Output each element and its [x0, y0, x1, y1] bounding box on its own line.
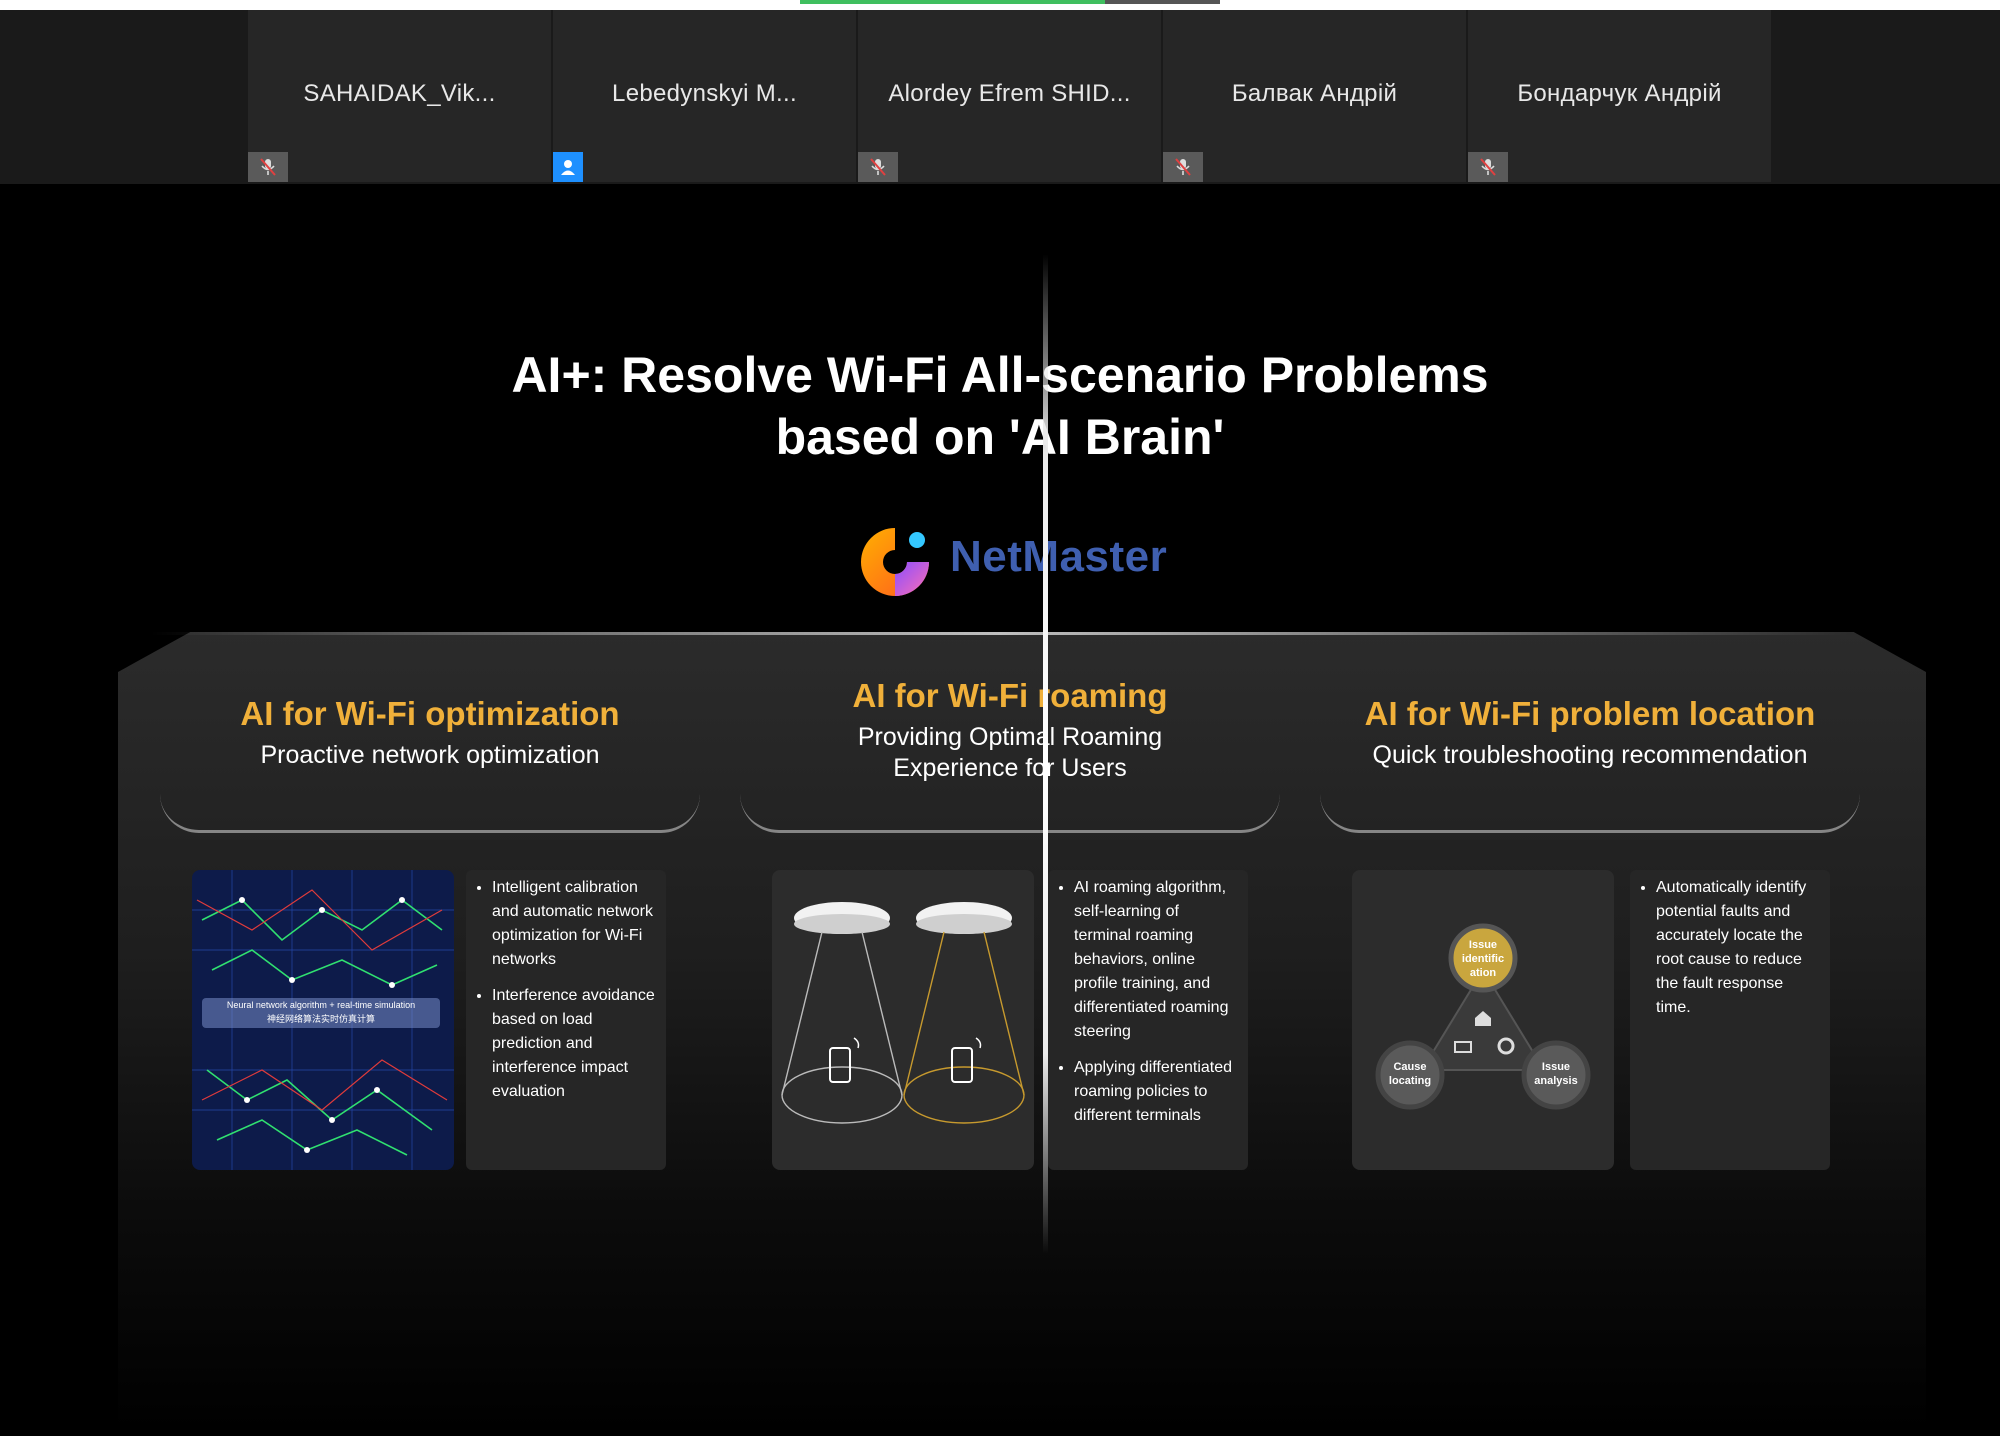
screen-share-indicator[interactable] — [800, 0, 1220, 4]
column-subtitle-line-1: Providing Optimal Roaming — [857, 723, 1163, 751]
network-image-caption: Neural network algorithm + real-time sim… — [202, 998, 440, 1028]
mic-muted-icon — [1163, 152, 1203, 182]
bullet-item: Interference avoidance based on load pre… — [492, 984, 656, 1104]
participant-name: Alordey Efrem SHID... — [888, 80, 1131, 107]
banner-underline — [740, 794, 1280, 833]
participant-strip: SAHAIDAK_Vik... Lebedynskyi M... Alordey… — [0, 10, 2000, 184]
column-wifi-optimization: AI for Wi-Fi optimization Proactive netw… — [160, 694, 700, 833]
svg-text:locating: locating — [1389, 1075, 1431, 1087]
optimization-bullets: Intelligent calibration and automatic ne… — [466, 870, 666, 1170]
netmaster-logo-icon — [861, 528, 929, 596]
participant-name: SAHAIDAK_Vik... — [303, 80, 496, 107]
slide-title: AI+: Resolve Wi-Fi All-scenario Problems… — [0, 344, 2000, 468]
network-map-image: Neural network algorithm + real-time sim… — [192, 870, 454, 1170]
svg-text:Issue: Issue — [1542, 1061, 1570, 1073]
svg-text:Cause: Cause — [1393, 1061, 1426, 1073]
bullet-item: Intelligent calibration and automatic ne… — [492, 876, 656, 972]
participant-name: Балвак Андрій — [1231, 80, 1398, 107]
mic-muted-icon — [858, 152, 898, 182]
slide-title-line-2: based on 'AI Brain' — [775, 409, 1225, 465]
column-subtitle: Proactive network optimization — [260, 741, 600, 769]
problem-cycle-image: Issue identific ation Cause locating Iss… — [1352, 870, 1614, 1170]
participant-tile[interactable]: Балвак Андрій — [1163, 10, 1466, 182]
column-heading: AI for Wi-Fi problem location — [1364, 695, 1816, 732]
bullet-item: AI roaming algorithm, self-learning of t… — [1074, 876, 1238, 1044]
banner-underline — [160, 794, 700, 833]
svg-text:identific: identific — [1462, 953, 1504, 965]
svg-text:Issue: Issue — [1469, 939, 1497, 951]
participant-name: Lebedynskyi M... — [612, 80, 797, 107]
user-icon — [553, 152, 583, 182]
participant-tile[interactable]: Alordey Efrem SHID... — [858, 10, 1161, 182]
network-image-caption-en: Neural network algorithm + real-time sim… — [226, 1000, 416, 1010]
column-wifi-problem-location: AI for Wi-Fi problem location Quick trou… — [1320, 694, 1860, 833]
shared-slide: AI+: Resolve Wi-Fi All-scenario Problems… — [0, 184, 2000, 1436]
participant-tile[interactable]: Lebedynskyi M... — [553, 10, 856, 182]
column-heading: AI for Wi-Fi optimization — [240, 695, 620, 732]
svg-text:analysis: analysis — [1534, 1075, 1577, 1087]
netmaster-logo-text: NetMaster — [950, 532, 1168, 581]
participant-tile[interactable]: Бондарчук Андрій — [1468, 10, 1771, 182]
banner-underline — [1320, 794, 1860, 833]
roaming-bullets: AI roaming algorithm, self-learning of t… — [1048, 870, 1248, 1170]
slide-title-line-1: AI+: Resolve Wi-Fi All-scenario Problems — [511, 347, 1489, 403]
svg-text:ation: ation — [1470, 967, 1497, 979]
problem-location-bullets: Automatically identify potential faults … — [1630, 870, 1830, 1170]
mic-muted-icon — [1468, 152, 1508, 182]
column-subtitle-line-2: Experience for Users — [893, 754, 1127, 782]
bullet-item: Automatically identify potential faults … — [1656, 876, 1820, 1020]
participant-name: Бондарчук Андрій — [1517, 80, 1722, 107]
participant-tile[interactable]: SAHAIDAK_Vik... — [248, 10, 551, 182]
top-bar — [0, 0, 2000, 10]
column-subtitle: Quick troubleshooting recommendation — [1372, 741, 1808, 769]
split-line — [1043, 254, 1048, 1254]
bullet-item: Applying differentiated roaming policies… — [1074, 1056, 1238, 1128]
network-image-caption-cn: 神经网络算法实时仿真计算 — [266, 1014, 375, 1024]
mic-muted-icon — [248, 152, 288, 182]
roaming-image — [772, 870, 1034, 1170]
column-wifi-roaming: AI for Wi-Fi roaming Providing Optimal R… — [740, 676, 1280, 833]
panel-highlight-line — [150, 632, 1850, 635]
column-heading: AI for Wi-Fi roaming — [852, 677, 1168, 714]
